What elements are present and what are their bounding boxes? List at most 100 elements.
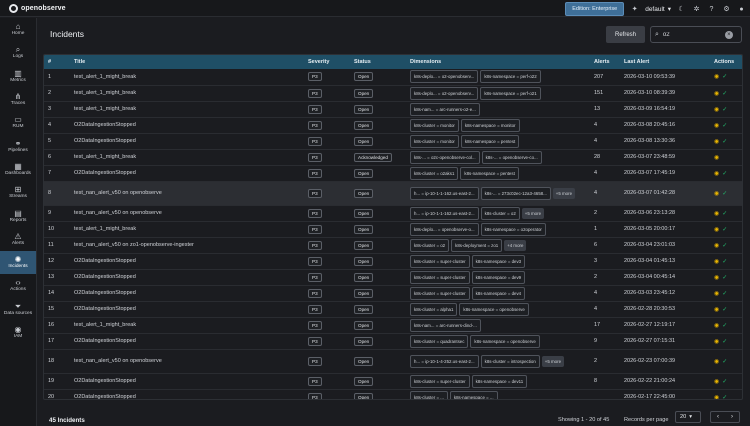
sidebar-item-data-sources[interactable]: ⏷ Data sources xyxy=(0,298,36,321)
resolve-check-icon[interactable]: ✓ xyxy=(722,378,727,385)
view-eye-icon[interactable]: ◉ xyxy=(714,106,719,113)
table-row[interactable]: 2 test_alert_1_might_break P3 Open k8s-deplo… xyxy=(44,85,742,102)
table-row[interactable]: 10 test_alert_1_might_break P3 Open k8s-depl… xyxy=(44,221,742,238)
column-header[interactable]: Dimensions xyxy=(406,55,590,69)
table-row[interactable]: 1 test_alert_1_might_break P3 Open k8s-deplo… xyxy=(44,69,742,86)
sidebar-item-home[interactable]: ⌂ Home xyxy=(0,18,36,41)
column-header[interactable]: Actions xyxy=(710,55,742,69)
more-dimensions-chip[interactable]: +5 more xyxy=(541,355,565,367)
sidebar-item-streams[interactable]: ⊞ Streams xyxy=(0,181,36,204)
sidebar-item-pipelines[interactable]: ⚭ Pipelines xyxy=(0,134,36,157)
view-eye-icon[interactable]: ◉ xyxy=(714,290,719,297)
table-row[interactable]: 13 O2DataIngestionStopped P3 Open k8s-cluste… xyxy=(44,269,742,286)
table-row[interactable]: 9 test_nan_alert_v50 on openobserve P3 Open… xyxy=(44,205,742,222)
more-dimensions-chip[interactable]: +5 more xyxy=(552,187,576,199)
column-header[interactable]: Title xyxy=(70,55,304,69)
column-header[interactable]: Last Alert xyxy=(620,55,710,69)
table-row[interactable]: 12 O2DataIngestionStopped P3 Open k8s-cluste… xyxy=(44,253,742,270)
resolve-check-icon[interactable]: ✓ xyxy=(722,170,727,177)
settings-gear-icon[interactable]: ⚙ xyxy=(722,5,731,13)
column-header[interactable]: Alerts xyxy=(590,55,620,69)
resolve-check-icon[interactable]: ✓ xyxy=(722,90,727,97)
resolve-check-icon[interactable]: ✓ xyxy=(722,306,727,313)
resolve-check-icon[interactable]: ✓ xyxy=(722,322,727,329)
table-row[interactable]: 14 O2DataIngestionStopped P3 Open k8s-cluste… xyxy=(44,285,742,302)
more-dimensions-chip[interactable]: +5 more xyxy=(521,207,545,219)
refresh-button[interactable]: Refresh xyxy=(606,26,645,43)
view-eye-icon[interactable]: ◉ xyxy=(714,138,719,145)
sidebar-item-traces[interactable]: ⋔ Traces xyxy=(0,88,36,111)
sidebar-item-iam[interactable]: ◉ IAM xyxy=(0,321,36,344)
table-row[interactable]: 8 test_nan_alert_v50 on openobserve P3 Open… xyxy=(44,181,742,206)
resolve-check-icon[interactable]: ✓ xyxy=(722,338,727,345)
records-per-page-select[interactable]: 20 ▾ xyxy=(675,411,701,423)
slack-icon[interactable]: ✲ xyxy=(692,5,701,13)
view-eye-icon[interactable]: ◉ xyxy=(714,122,719,129)
view-eye-icon[interactable]: ◉ xyxy=(714,242,719,249)
resolve-check-icon[interactable]: ✓ xyxy=(722,242,727,249)
next-page-icon[interactable]: › xyxy=(731,414,733,420)
view-eye-icon[interactable]: ◉ xyxy=(714,73,719,80)
help-icon[interactable]: ? xyxy=(707,6,716,13)
sidebar-item-actions[interactable]: ‹› Actions xyxy=(0,274,36,297)
sidebar-item-reports[interactable]: ▤ Reports xyxy=(0,204,36,227)
resolve-check-icon[interactable]: ✓ xyxy=(722,73,727,80)
resolve-check-icon[interactable]: ✓ xyxy=(722,210,727,217)
view-eye-icon[interactable]: ◉ xyxy=(714,170,719,177)
view-eye-icon[interactable]: ◉ xyxy=(714,378,719,385)
sidebar-item-rum[interactable]: ▭ RUM xyxy=(0,111,36,134)
view-eye-icon[interactable]: ◉ xyxy=(714,90,719,97)
table-row[interactable]: 5 O2DataIngestionStopped P3 Open k8s-cluster… xyxy=(44,133,742,150)
resolve-check-icon[interactable]: ✓ xyxy=(722,358,727,365)
org-selector[interactable]: default ▾ xyxy=(645,5,671,14)
view-eye-icon[interactable]: ◉ xyxy=(714,394,719,400)
app-logo[interactable]: openobserve xyxy=(9,3,66,13)
table-row[interactable]: 6 test_alert_1_might_break P3 Acknowledged k… xyxy=(44,149,742,166)
table-row[interactable]: 4 O2DataIngestionStopped P3 Open k8s-cluster… xyxy=(44,117,742,134)
ai-sparkle-icon[interactable]: ✦ xyxy=(630,5,639,13)
more-dimensions-chip[interactable]: +4 more xyxy=(504,239,527,251)
column-header[interactable]: Severity xyxy=(304,55,350,69)
view-eye-icon[interactable]: ◉ xyxy=(714,322,719,329)
resolve-check-icon[interactable]: ✓ xyxy=(722,394,727,400)
user-avatar-icon[interactable]: ● xyxy=(737,6,746,13)
table-row[interactable]: 18 test_nan_alert_v50 on openobserve P3 Ope… xyxy=(44,349,742,374)
table-row[interactable]: 11 test_nan_alert_v50 on zo1-openobserve-… xyxy=(44,237,742,254)
view-eye-icon[interactable]: ◉ xyxy=(714,358,719,365)
view-eye-icon[interactable]: ◉ xyxy=(714,154,719,161)
table-row[interactable]: 19 O2DataIngestionStopped P3 Open k8s-cluste… xyxy=(44,373,742,390)
resolve-check-icon[interactable]: ✓ xyxy=(722,274,727,281)
sidebar-item-incidents[interactable]: ✺ Incidents xyxy=(0,250,36,275)
sidebar-item-dashboards[interactable]: ▦ Dashboards xyxy=(0,158,36,181)
resolve-check-icon[interactable]: ✓ xyxy=(722,122,727,129)
resolve-check-icon[interactable]: ✓ xyxy=(722,190,727,197)
table-row[interactable]: 17 O2DataIngestionStopped P3 Open k8s-cluste… xyxy=(44,333,742,350)
resolve-check-icon[interactable]: ✓ xyxy=(722,138,727,145)
search-input[interactable] xyxy=(662,31,721,38)
resolve-check-icon[interactable]: ✓ xyxy=(722,258,727,265)
view-eye-icon[interactable]: ◉ xyxy=(714,190,719,197)
theme-moon-icon[interactable]: ☾ xyxy=(677,5,686,13)
table-row[interactable]: 3 test_alert_1_might_break P3 Open k8s-nam..… xyxy=(44,101,742,118)
table-row[interactable]: 20 O2DataIngestionStopped P3 Open k8s-cluste… xyxy=(44,389,742,400)
resolve-check-icon[interactable]: ✓ xyxy=(722,290,727,297)
table-row[interactable]: 15 O2DataIngestionStopped P3 Open k8s-cluste… xyxy=(44,301,742,318)
view-eye-icon[interactable]: ◉ xyxy=(714,338,719,345)
sidebar-item-alerts[interactable]: ⚠ Alerts xyxy=(0,228,36,251)
column-header[interactable]: # xyxy=(44,55,70,69)
view-eye-icon[interactable]: ◉ xyxy=(714,210,719,217)
column-header[interactable]: Status xyxy=(350,55,406,69)
sidebar-item-metrics[interactable]: ▥ Metrics xyxy=(0,65,36,88)
prev-page-icon[interactable]: ‹ xyxy=(717,414,719,420)
edition-badge[interactable]: Edition: Enterprise xyxy=(565,2,625,16)
view-eye-icon[interactable]: ◉ xyxy=(714,274,719,281)
table-row[interactable]: 7 O2DataIngestionStopped P3 Open k8s-cluster… xyxy=(44,165,742,182)
view-eye-icon[interactable]: ◉ xyxy=(714,306,719,313)
resolve-check-icon[interactable]: ✓ xyxy=(722,106,727,113)
sidebar-item-logs[interactable]: ⌕ Logs xyxy=(0,41,36,64)
view-eye-icon[interactable]: ◉ xyxy=(714,258,719,265)
resolve-check-icon[interactable]: ✓ xyxy=(722,226,727,233)
clear-search-icon[interactable]: × xyxy=(724,30,733,39)
table-row[interactable]: 16 test_alert_1_might_break P3 Open k8s-nam.… xyxy=(44,317,742,334)
view-eye-icon[interactable]: ◉ xyxy=(714,226,719,233)
